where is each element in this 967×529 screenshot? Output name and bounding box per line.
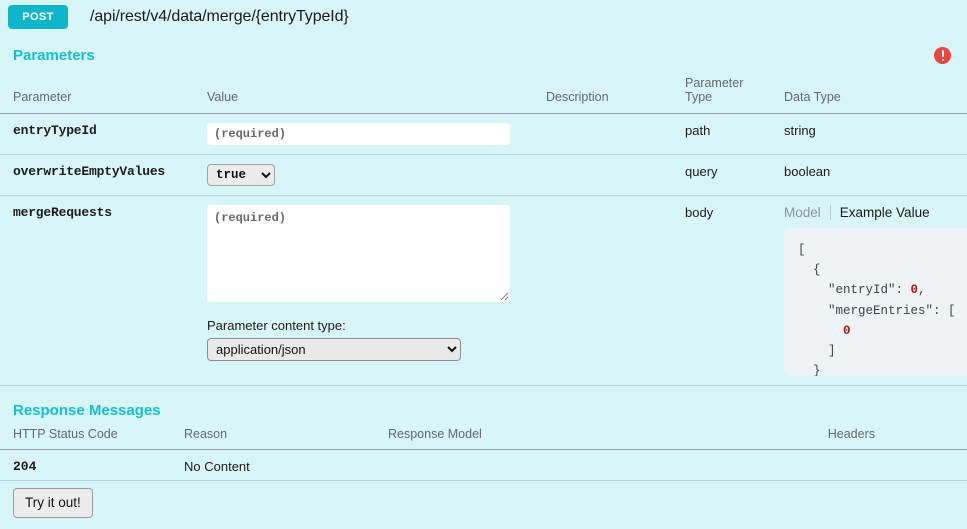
parameters-heading: Parameters [13,47,95,64]
response-status-code: 204 [0,449,171,482]
error-exclamation-icon [934,47,951,64]
table-row: overwriteEmptyValues true false query bo… [0,154,967,196]
parameter-value-cell-overwriteemptyvalues: true false [194,154,533,196]
column-header-value: Value [194,72,533,114]
response-header-row: HTTP Status Code Reason Response Model H… [0,424,967,451]
endpoint-path: /api/rest/v4/data/merge/{entryTypeId} [90,7,349,25]
parameters-table-body: entryTypeId path string overwriteEmptyVa… [0,113,967,386]
endpoint-header: POST /api/rest/v4/data/merge/{entryTypeI… [0,0,967,34]
parameter-type-overwriteemptyvalues: query [672,154,771,196]
try-it-out-wrap: Try it out! [0,488,967,519]
parameters-title-row: Parameters [0,47,967,64]
column-header-response-model: Response Model [375,424,592,451]
mergerequests-textarea[interactable] [207,204,510,302]
parameter-description-mergerequests [533,195,672,386]
data-type-overwriteemptyvalues: boolean [771,154,967,196]
parameter-description-entrytypeid [533,113,672,155]
parameters-table: Parameter Value Description Parameter Ty… [0,72,967,386]
content-type-select-wrap: application/json [207,337,527,361]
response-headers [592,449,967,482]
column-header-description: Description [533,72,672,114]
parameter-name-mergerequests: mergeRequests [0,195,194,386]
http-method-badge[interactable]: POST [8,4,68,29]
column-header-data-type: Data Type [771,72,967,114]
column-header-parameter-type: Parameter Type [672,72,771,114]
model-example-tabs: Model Example Value [784,204,961,220]
tab-model[interactable]: Model [784,204,831,220]
parameter-description-overwriteemptyvalues [533,154,672,196]
parameter-content-type-label: Parameter content type: [207,317,346,333]
parameter-type-mergerequests: body [672,195,771,386]
parameter-value-cell-mergerequests: Parameter content type: application/json [194,195,533,386]
parameter-value-cell-entrytypeid [194,113,533,155]
data-type-cell-mergerequests: Model Example Value [ { "entryId": 0, "m… [771,195,967,386]
parameter-name-overwriteemptyvalues: overwriteEmptyValues [0,154,194,196]
response-messages-table: HTTP Status Code Reason Response Model H… [0,424,967,482]
table-row: mergeRequests Parameter content type: ap… [0,195,967,386]
column-header-headers: Headers [592,424,967,451]
response-table-body: 204 No Content [0,449,967,482]
parameters-header-row: Parameter Value Description Parameter Ty… [0,72,967,114]
parameters-table-head: Parameter Value Description Parameter Ty… [0,72,967,114]
table-row: entryTypeId path string [0,113,967,155]
overwriteemptyvalues-select[interactable]: true false [207,163,275,186]
data-type-entrytypeid: string [771,113,967,155]
response-table-head: HTTP Status Code Reason Response Model H… [0,424,967,451]
parameter-name-entrytypeid: entryTypeId [0,113,194,155]
column-header-http-status-code: HTTP Status Code [0,424,171,451]
try-it-out-button[interactable]: Try it out! [13,488,93,519]
response-messages-heading: Response Messages [13,401,161,419]
tab-example-value[interactable]: Example Value [831,205,930,220]
response-reason: No Content [171,449,375,482]
parameter-type-entrytypeid: path [672,113,771,155]
entrytypeid-input[interactable] [207,122,510,145]
swagger-operation-panel: POST /api/rest/v4/data/merge/{entryTypeI… [0,0,967,529]
parameter-content-type-select[interactable]: application/json [207,337,461,361]
table-row: 204 No Content [0,449,967,482]
column-header-parameter: Parameter [0,72,194,114]
example-value-code: [ { "entryId": 0, "mergeEntries": [ 0 ] … [784,227,967,376]
response-title-row: Response Messages [0,402,967,419]
column-header-reason: Reason [171,424,375,451]
response-model [375,449,592,482]
